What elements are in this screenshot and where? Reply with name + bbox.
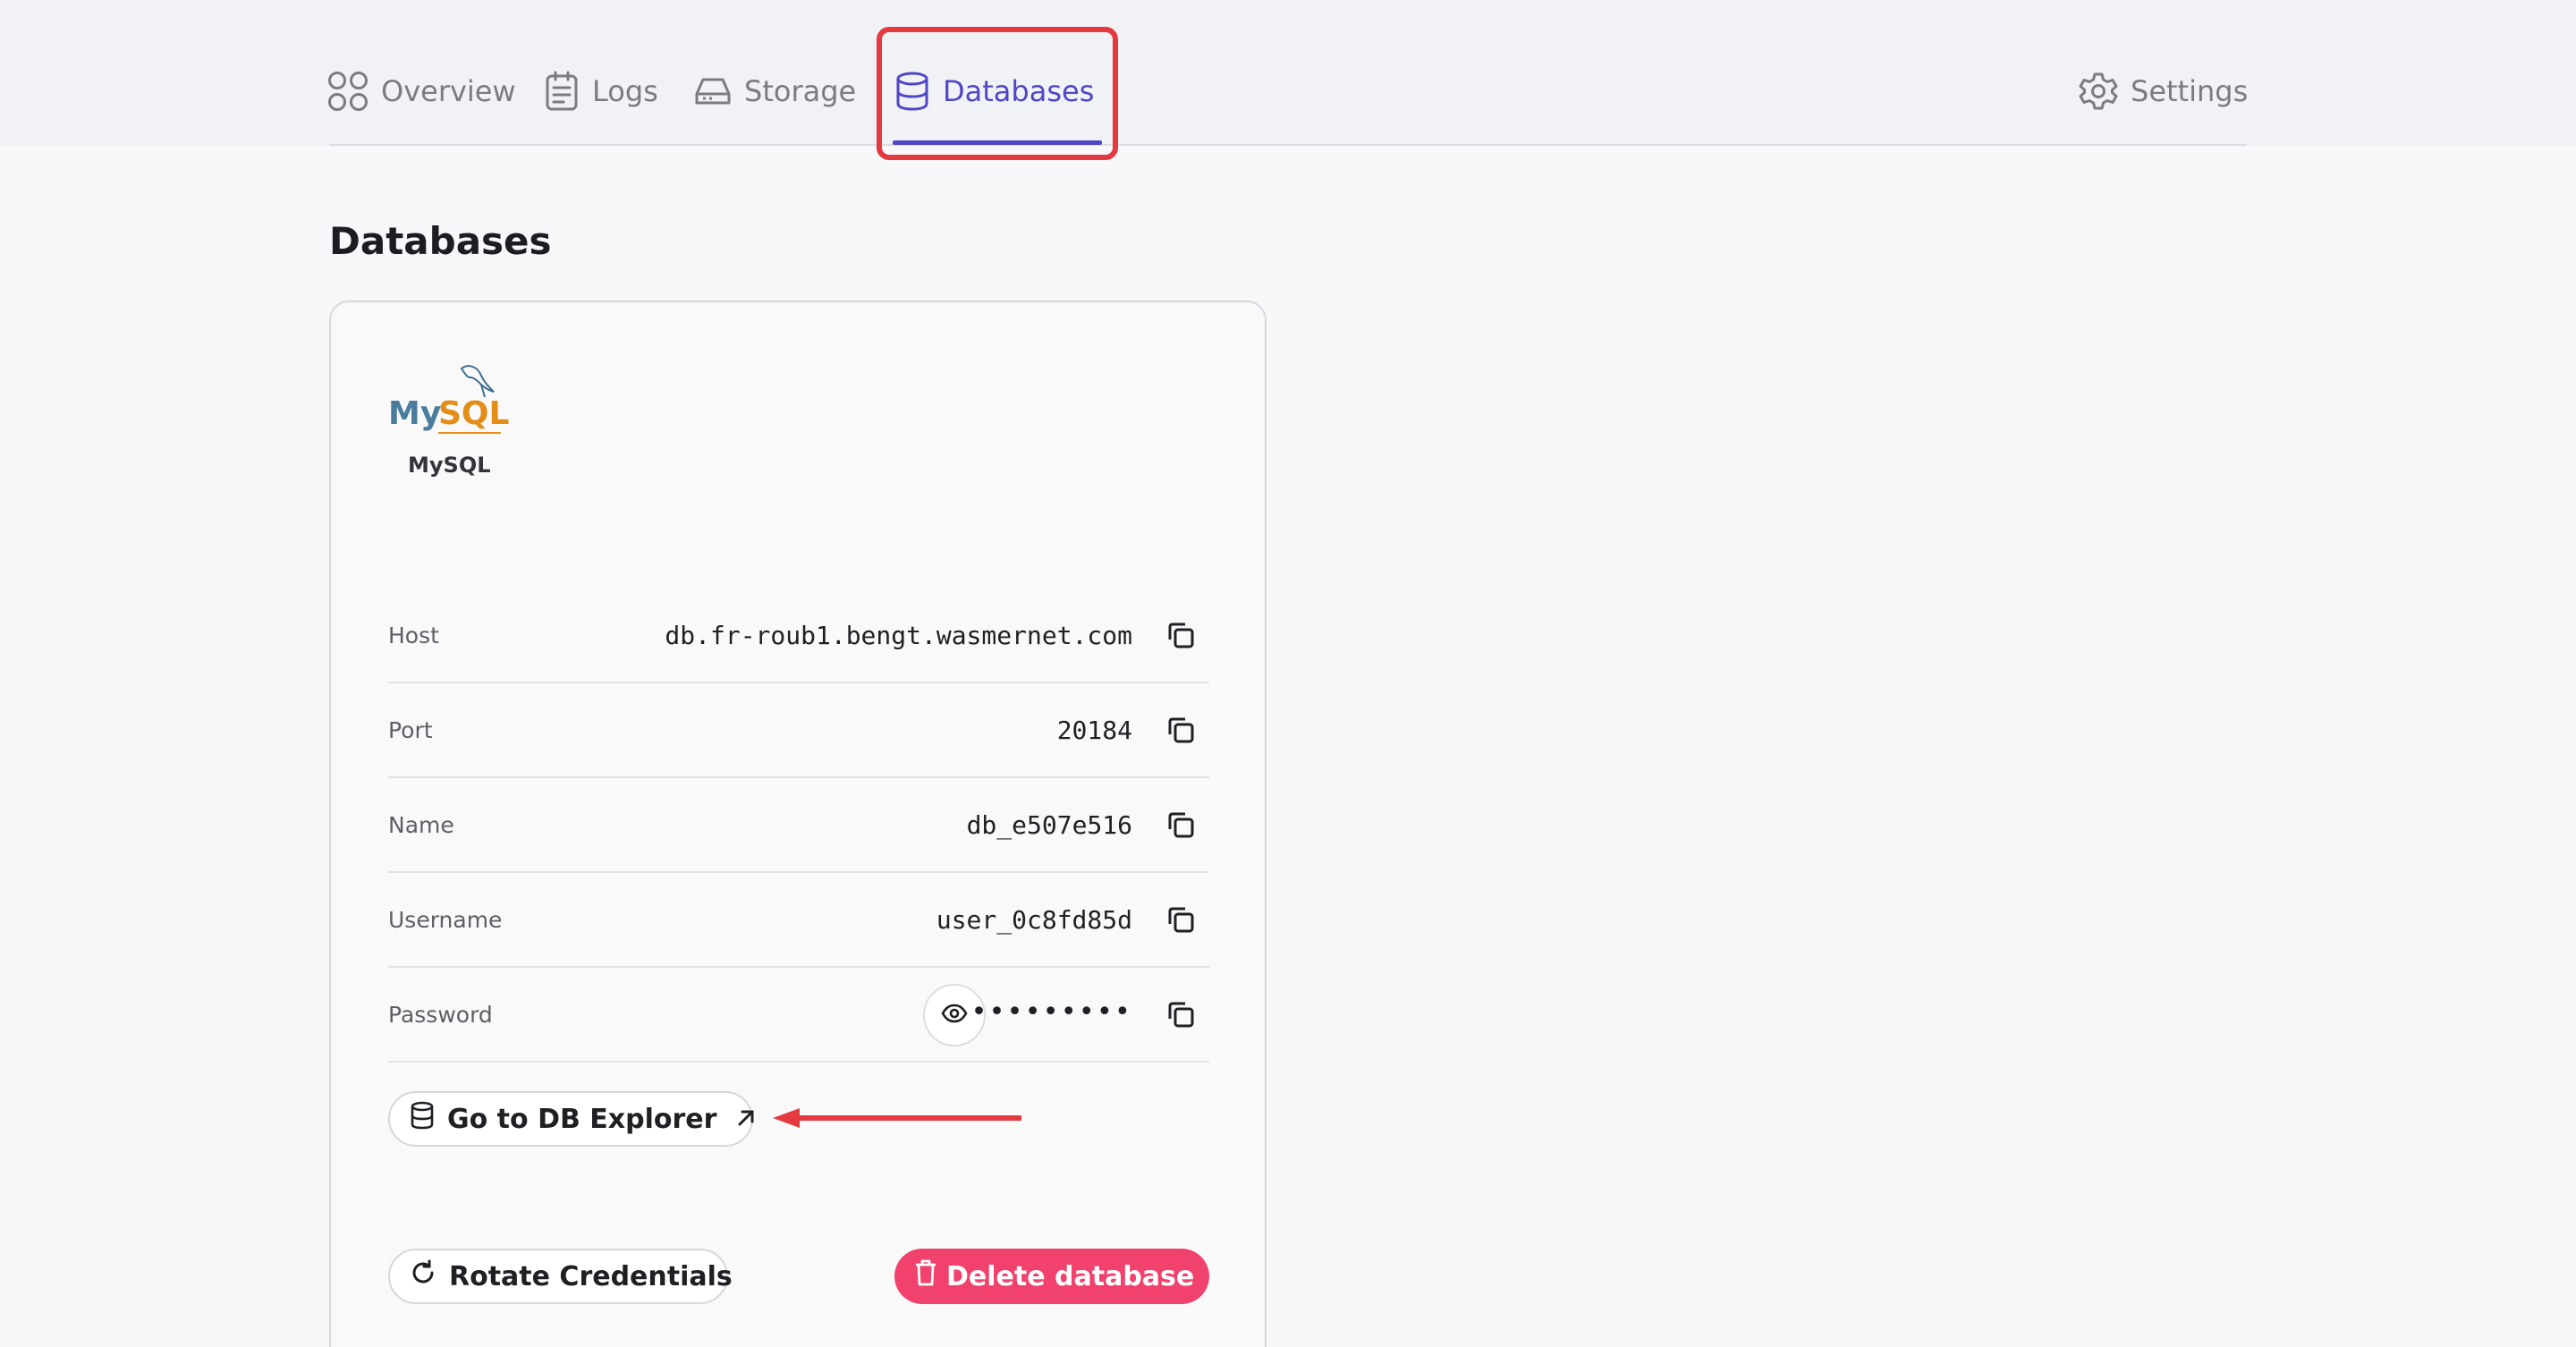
svg-text:My: My (388, 395, 441, 432)
port-value: 20184 (1056, 716, 1132, 745)
tab-overview-label: Overview (381, 74, 516, 108)
tab-storage[interactable]: Storage (694, 64, 856, 118)
hard-drive-icon (694, 72, 732, 110)
database-card: My SQL MySQL Host db.fr-roub1.bengt.wasm… (329, 301, 1267, 1347)
delete-database-label: Delete database (946, 1260, 1195, 1292)
tab-logs[interactable]: Logs (544, 64, 658, 118)
copy-icon (1166, 810, 1195, 843)
annotation-highlight-box (877, 27, 1118, 160)
tab-overview[interactable]: Overview (327, 64, 516, 118)
host-value: db.fr-roub1.bengt.wasmernet.com (665, 621, 1132, 650)
mysql-logo: My SQL (388, 358, 513, 438)
db-explorer-label: Go to DB Explorer (447, 1103, 717, 1135)
copy-password-button[interactable] (1165, 1000, 1197, 1032)
credential-row-host: Host db.fr-roub1.bengt.wasmernet.com (388, 589, 1209, 683)
credential-row-username: Username user_0c8fd85d (388, 873, 1209, 968)
copy-icon (1166, 716, 1195, 748)
tab-settings[interactable]: Settings (2079, 64, 2248, 118)
delete-database-button[interactable]: Delete database (894, 1249, 1209, 1304)
eye-icon (941, 1004, 968, 1027)
port-label: Port (388, 717, 433, 743)
external-link-arrow-icon (736, 1104, 756, 1135)
grid-icon (327, 71, 369, 112)
password-value: ••••••••• (970, 996, 1132, 1028)
rotate-credentials-button[interactable]: Rotate Credentials (388, 1249, 733, 1304)
name-label: Name (388, 812, 454, 838)
copy-port-button[interactable] (1165, 716, 1197, 748)
tab-logs-label: Logs (592, 74, 658, 108)
name-value: db_e507e516 (966, 810, 1132, 840)
password-label: Password (388, 1002, 493, 1028)
clipboard-list-icon (544, 71, 580, 112)
username-value: user_0c8fd85d (936, 905, 1132, 935)
trash-icon (914, 1259, 937, 1293)
credential-row-port: Port 20184 (388, 683, 1209, 778)
nav-divider (329, 144, 2247, 146)
rotate-credentials-label: Rotate Credentials (449, 1260, 733, 1292)
gear-icon (2079, 72, 2118, 111)
copy-host-button[interactable] (1165, 621, 1197, 653)
copy-name-button[interactable] (1165, 810, 1197, 843)
db-explorer-button[interactable]: Go to DB Explorer (388, 1091, 756, 1147)
host-label: Host (388, 623, 439, 648)
username-label: Username (388, 907, 503, 933)
refresh-icon (410, 1259, 436, 1293)
annotation-arrow (771, 1105, 1025, 1131)
engine-name: MySQL (408, 453, 491, 478)
credential-row-name: Name db_e507e516 (388, 778, 1209, 873)
page-title: Databases (329, 219, 552, 263)
tab-settings-label: Settings (2131, 74, 2249, 108)
copy-icon (1166, 1000, 1195, 1032)
tab-storage-label: Storage (744, 74, 857, 108)
copy-username-button[interactable] (1165, 905, 1197, 937)
copy-icon (1166, 905, 1195, 937)
credential-row-password: Password ••••••••• (388, 968, 1209, 1063)
copy-icon (1166, 621, 1195, 653)
database-icon (410, 1101, 435, 1137)
svg-text:SQL: SQL (438, 395, 509, 432)
